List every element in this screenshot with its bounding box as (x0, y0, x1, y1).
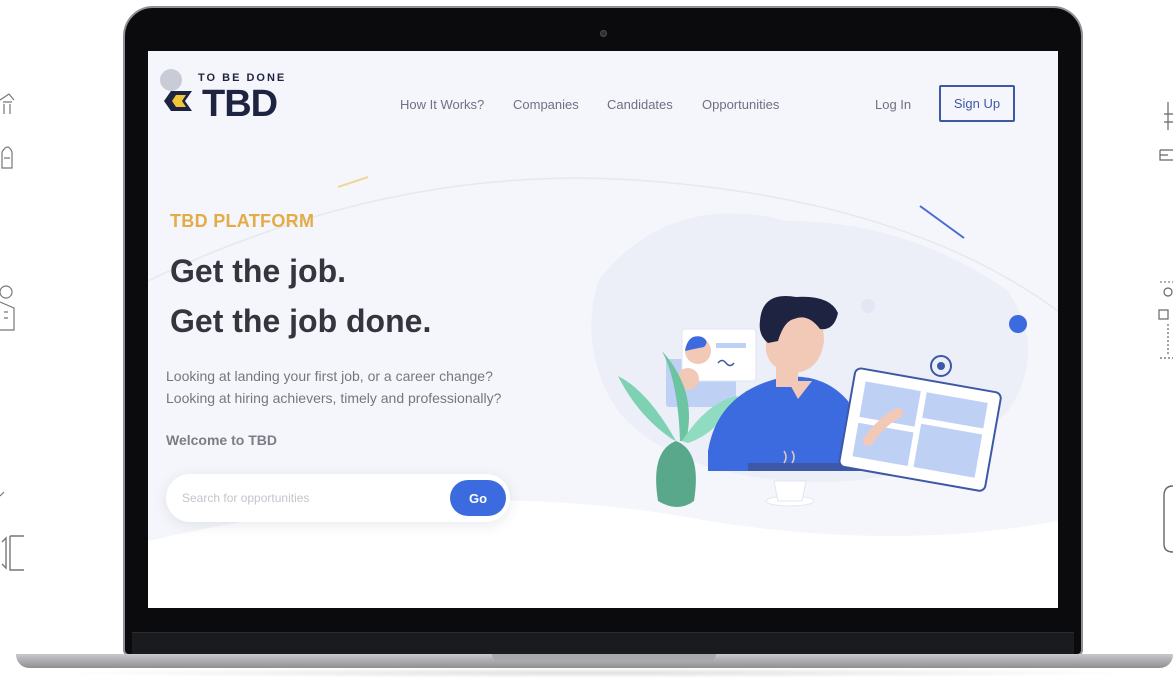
outline-icon-right-3 (1163, 485, 1173, 553)
laptop-bezel (132, 632, 1074, 654)
nav-companies[interactable]: Companies (513, 97, 579, 112)
hero-subtext-2: Looking at hiring achievers, timely and … (166, 390, 502, 406)
outline-icon-left-3 (0, 491, 24, 571)
hero-headline-2: Get the job done. (170, 303, 432, 339)
tbd-logo[interactable]: TO BE DONE TBD (160, 69, 300, 125)
website-screen: TO BE DONE TBD How It Works? Companies C… (148, 51, 1058, 608)
logo-circle-icon (160, 69, 182, 91)
stage: TO BE DONE TBD How It Works? Companies C… (0, 0, 1173, 678)
login-link[interactable]: Log In (875, 97, 911, 112)
welcome-text: Welcome to TBD (166, 432, 277, 448)
hero-headline-1: Get the job. (170, 253, 346, 289)
outline-icon-right-2 (1158, 281, 1173, 359)
outline-icon-left-2 (0, 285, 15, 331)
nav-how-it-works[interactable]: How It Works? (400, 97, 484, 112)
signup-button[interactable]: Sign Up (939, 85, 1015, 122)
laptop-notch (492, 654, 716, 662)
search-input[interactable] (182, 488, 442, 508)
go-button[interactable]: Go (450, 480, 506, 516)
laptop-shadow (40, 668, 1150, 678)
hero-subtext-1: Looking at landing your first job, or a … (166, 368, 493, 384)
outline-icon-right-1 (1159, 102, 1173, 161)
logo-mark-icon (164, 91, 192, 111)
camera-icon (600, 30, 607, 37)
nav-opportunities[interactable]: Opportunities (702, 97, 779, 112)
outline-icon-left-1 (0, 93, 15, 169)
search-bar: Go (166, 474, 510, 522)
logo-text: TBD (202, 83, 278, 125)
hero-eyebrow: TBD PLATFORM (170, 211, 315, 231)
nav-candidates[interactable]: Candidates (607, 97, 673, 112)
hero-illustration (618, 296, 1027, 507)
